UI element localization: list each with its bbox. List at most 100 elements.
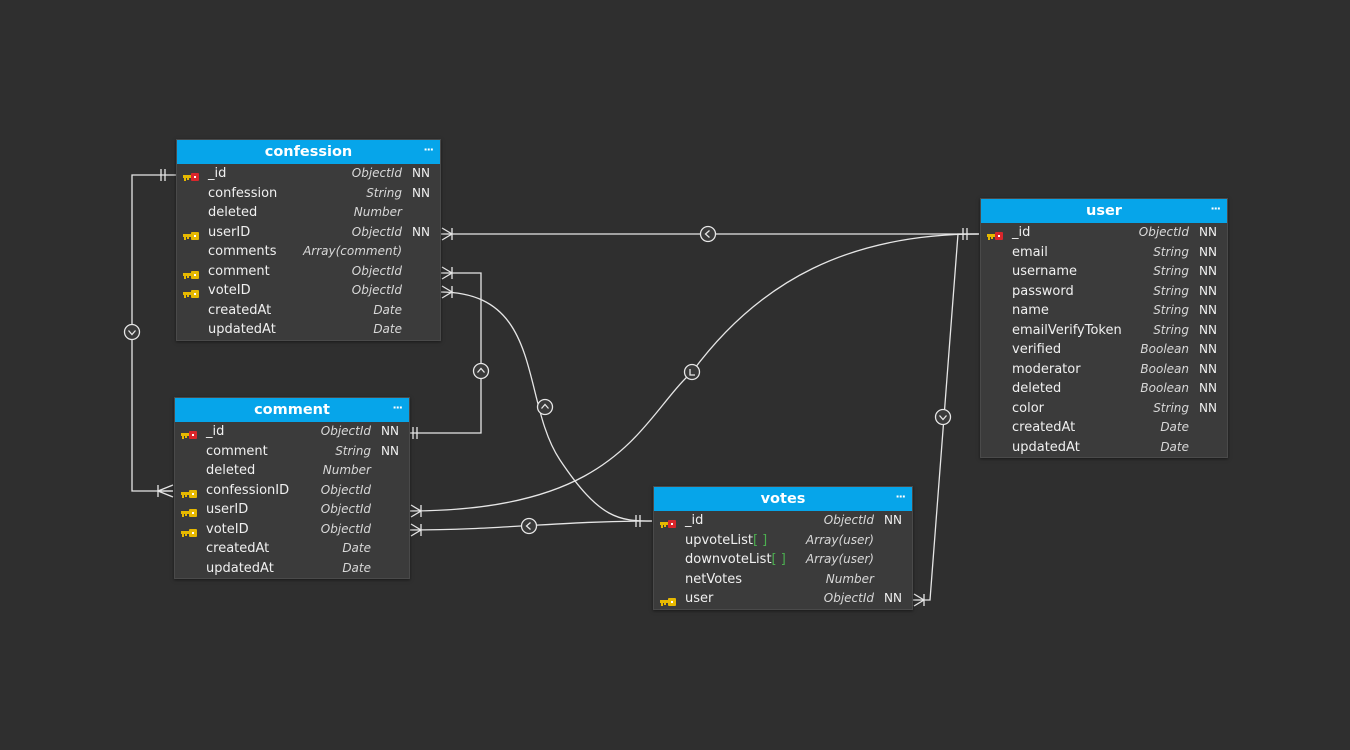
array-bracket: [ ] [752, 532, 768, 548]
table-comment[interactable]: comment ··· _id ObjectId NN comment String NN… [174, 397, 410, 579]
field-type: Array(user) [805, 532, 874, 547]
field-name: email [1012, 244, 1048, 260]
field-row[interactable]: deleted Number [175, 461, 409, 481]
field-row[interactable]: email String NN [981, 243, 1227, 263]
field-row[interactable]: deleted Boolean NN [981, 379, 1227, 399]
field-row[interactable]: updatedAt Date [981, 438, 1227, 458]
field-name: emailVerifyToken [1012, 322, 1122, 338]
field-name: _id [1012, 225, 1031, 240]
field-row[interactable]: _id ObjectId NN [654, 511, 912, 531]
field-row[interactable]: color String NN [981, 399, 1227, 419]
field-name: createdAt [1012, 420, 1076, 435]
table-menu-icon[interactable]: ··· [392, 396, 403, 420]
link-confession-votes[interactable] [439, 285, 653, 527]
field-row[interactable]: emailVerifyToken String NN [981, 321, 1227, 341]
field-row[interactable]: username String NN [981, 262, 1227, 282]
field-row[interactable]: createdAt Date [175, 539, 409, 559]
optional-marker-icon [520, 517, 538, 535]
field-row[interactable]: name String NN [981, 301, 1227, 321]
field-row[interactable]: _id ObjectId NN [175, 422, 409, 442]
field-row[interactable]: userID ObjectId NN [177, 223, 440, 243]
field-row[interactable]: password String NN [981, 282, 1227, 302]
field-row[interactable]: upvoteList[ ] Array(user) [654, 531, 912, 551]
field-name: netVotes [685, 571, 743, 587]
field-row[interactable]: updatedAt Date [175, 559, 409, 579]
table-votes[interactable]: votes ··· _id ObjectId NN upvoteList[ ] Arra… [653, 486, 913, 610]
link-confession-user[interactable] [440, 225, 979, 243]
table-user[interactable]: user ··· _id ObjectId NN email String NN usern… [980, 198, 1228, 458]
field-row[interactable]: voteID ObjectId [177, 281, 440, 301]
table-menu-icon[interactable]: ··· [1210, 197, 1221, 221]
field-row[interactable]: confession String NN [177, 184, 440, 204]
field-row[interactable]: confessionID ObjectId [175, 481, 409, 501]
field-name: createdAt [206, 541, 270, 556]
field-row[interactable]: userID ObjectId [175, 500, 409, 520]
field-name: _id [208, 166, 227, 181]
field-name: color [1012, 400, 1045, 416]
field-row[interactable]: downvoteList[ ] Array(user) [654, 550, 912, 570]
field-row[interactable]: moderator Boolean NN [981, 360, 1227, 380]
optional-marker-icon [123, 323, 141, 341]
field-name: confessionID [206, 482, 290, 498]
table-title: votes [760, 491, 806, 507]
field-row[interactable]: comment String NN [175, 442, 409, 462]
field-not-null: NN [412, 185, 430, 200]
field-name: createdAt [208, 302, 272, 318]
field-not-null: NN [884, 591, 902, 605]
field-name: userID [206, 502, 249, 517]
foreign-key-icon [183, 286, 200, 298]
field-type: ObjectId [351, 263, 402, 278]
table-header[interactable]: comment ··· [175, 398, 409, 422]
field-not-null: NN [1199, 283, 1217, 298]
table-title: comment [254, 402, 330, 418]
link-votes-user[interactable] [912, 233, 979, 607]
link-comment-votes[interactable] [408, 517, 653, 537]
field-row[interactable]: netVotes Number [654, 570, 912, 590]
field-not-null: NN [1199, 381, 1217, 395]
field-name: deleted [208, 205, 258, 220]
field-name: verified [1012, 342, 1062, 357]
link-comment-user[interactable] [408, 233, 980, 518]
field-not-null: NN [1199, 322, 1217, 337]
field-name: comment [208, 263, 270, 279]
field-row[interactable]: comment ObjectId [177, 262, 440, 282]
field-not-null: NN [1199, 342, 1217, 356]
table-header[interactable]: confession ··· [177, 140, 440, 164]
field-name: updatedAt [1012, 439, 1080, 455]
foreign-key-icon [183, 267, 200, 279]
field-name: upvoteList[ ] [685, 532, 768, 548]
field-row[interactable]: createdAt Date [981, 418, 1227, 438]
link-confession-comment[interactable] [123, 169, 177, 498]
field-name: deleted [1012, 381, 1062, 396]
primary-key-icon [660, 516, 677, 528]
table-header[interactable]: user ··· [981, 199, 1227, 223]
field-name: userID [208, 224, 251, 240]
field-type: Boolean [1140, 361, 1189, 376]
field-row[interactable]: user ObjectId NN [654, 589, 912, 609]
field-row[interactable]: _id ObjectId NN [981, 223, 1227, 243]
field-row[interactable]: comments Array(comment) [177, 242, 440, 262]
field-type: Boolean [1140, 342, 1189, 356]
field-type: Date [373, 322, 402, 336]
field-type: ObjectId [351, 166, 402, 180]
field-row[interactable]: updatedAt Date [177, 320, 440, 340]
field-type: String [335, 443, 371, 458]
field-row[interactable]: verified Boolean NN [981, 340, 1227, 360]
table-menu-icon[interactable]: ··· [423, 138, 434, 162]
table-menu-icon[interactable]: ··· [895, 485, 906, 509]
field-type: Boolean [1140, 381, 1189, 395]
field-row[interactable]: createdAt Date [177, 301, 440, 321]
foreign-key-icon [183, 228, 200, 240]
field-not-null: NN [1199, 244, 1217, 259]
field-name: comment [206, 443, 268, 459]
table-header[interactable]: votes ··· [654, 487, 912, 511]
foreign-key-icon [181, 505, 198, 517]
field-row[interactable]: voteID ObjectId [175, 520, 409, 540]
field-list: _id ObjectId NN upvoteList[ ] Array(user) dow… [654, 511, 912, 609]
table-confession[interactable]: confession ··· _id ObjectId NN confession St… [176, 139, 441, 341]
field-row[interactable]: _id ObjectId NN [177, 164, 440, 184]
field-type: ObjectId [1138, 225, 1189, 239]
field-type: Array(comment) [303, 244, 402, 258]
diagram-canvas[interactable]: confession ··· _id ObjectId NN confession St… [0, 0, 1350, 750]
field-row[interactable]: deleted Number [177, 203, 440, 223]
